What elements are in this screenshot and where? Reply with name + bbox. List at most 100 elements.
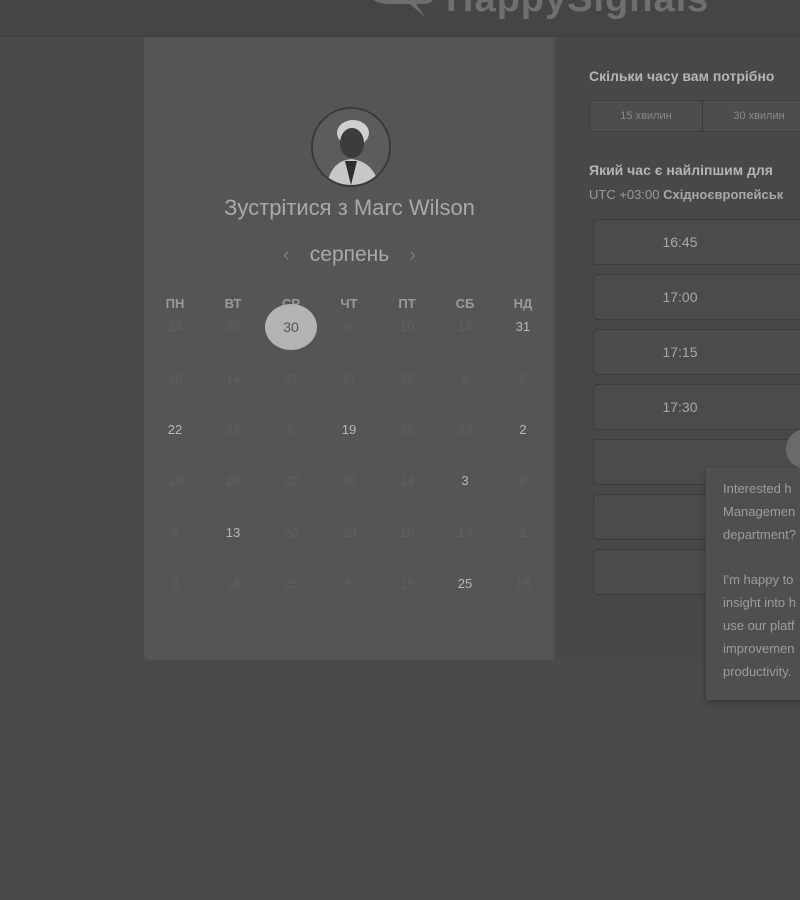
calendar-day: 8 <box>494 455 552 506</box>
calendar-day[interactable]: 31 <box>494 301 552 352</box>
calendar-day: 22 <box>262 455 320 506</box>
duration-15-button[interactable]: 15 хвилин <box>590 101 703 131</box>
chat-message-line: I'm happy to <box>723 572 794 587</box>
calendar-day: 31 <box>262 352 320 403</box>
day-number: 31 <box>283 370 299 386</box>
day-number: 19 <box>341 421 357 437</box>
calendar-day: 2 <box>494 507 552 558</box>
day-number: 5 <box>345 576 353 592</box>
meeting-title: Зустрітися з Marc Wilson <box>224 195 475 220</box>
timezone-label[interactable]: UTC +03:00 Східноєвропейськ <box>589 187 783 202</box>
day-number: 13 <box>457 524 473 540</box>
day-number: 8 <box>519 473 527 489</box>
calendar-day: 6 <box>320 301 378 352</box>
day-number: 29 <box>457 421 473 437</box>
day-number: 14 <box>399 473 415 489</box>
time-slot-button[interactable]: 17:00 <box>593 274 800 320</box>
time-question: Який час є найліпшим для <box>589 162 773 178</box>
day-number: 30 <box>265 303 317 350</box>
day-number: 6 <box>345 319 353 335</box>
day-number: 14 <box>457 319 473 335</box>
calendar-day: 9 <box>436 352 494 403</box>
calendar-day: 20 <box>320 507 378 558</box>
calendar-day: 16 <box>378 507 436 558</box>
calendar-day: 30 <box>204 301 262 352</box>
calendar-day: 14 <box>204 352 262 403</box>
calendar-day[interactable]: 13 <box>204 507 262 558</box>
day-number: 25 <box>283 576 299 592</box>
calendar-day: 25 <box>262 558 320 609</box>
day-number: 10 <box>167 370 183 386</box>
calendar-panel: Зустрітися з Marc Wilson ‹ серпень › ПН В… <box>144 37 555 660</box>
calendar-day: 10 <box>146 455 204 506</box>
calendar-day[interactable]: 22 <box>146 404 204 455</box>
avatar <box>311 107 391 187</box>
duration-question: Скільки часу вам потрібно <box>589 68 775 84</box>
calendar-day-selected[interactable]: 30 <box>262 301 320 352</box>
day-number: 5 <box>287 421 295 437</box>
day-number: 30 <box>225 319 241 335</box>
calendar-day: 9 <box>146 507 204 558</box>
chat-message-line: department? <box>723 527 796 542</box>
day-number: 13 <box>225 524 241 540</box>
calendar-day: 15 <box>378 558 436 609</box>
calendar-day: 29 <box>436 404 494 455</box>
calendar-day: 14 <box>204 558 262 609</box>
day-number: 24 <box>167 319 183 335</box>
calendar-day: 5 <box>494 352 552 403</box>
time-slot-label: 17:30 <box>662 399 698 415</box>
calendar-grid: 24 30 30 6 10 14 31 10 14 31 17 25 9 5 22 22 5 19 15 29 2 10 2… <box>146 301 553 609</box>
time-slot-button[interactable]: 17:30 <box>593 384 800 430</box>
day-number: 17 <box>341 370 357 386</box>
calendar-day: 5 <box>262 404 320 455</box>
day-number: 14 <box>225 576 241 592</box>
calendar-day: 13 <box>436 507 494 558</box>
day-number: 2 <box>519 421 527 437</box>
calendar-day: 10 <box>146 352 204 403</box>
time-slot-label: 16:45 <box>662 234 698 250</box>
day-number: 9 <box>461 370 469 386</box>
chat-message-line: productivity. <box>723 664 792 679</box>
calendar-day: 20 <box>262 507 320 558</box>
chat-message-line: Managemen <box>723 504 796 519</box>
day-number: 5 <box>519 370 527 386</box>
calendar-day: 24 <box>146 301 204 352</box>
day-number: 16 <box>399 524 415 540</box>
day-number: 9 <box>171 576 179 592</box>
month-navigation: ‹ серпень › <box>144 240 555 270</box>
day-number: 2 <box>519 524 527 540</box>
duration-30-button[interactable]: 30 хвилин <box>703 101 800 131</box>
calendar-day: 15 <box>378 404 436 455</box>
top-bar: HappySignals <box>0 0 800 37</box>
chevron-right-icon[interactable]: › <box>409 245 416 265</box>
day-number: 22 <box>225 421 241 437</box>
calendar-day: 28 <box>320 455 378 506</box>
day-number: 15 <box>399 421 415 437</box>
chat-message-line: improvemen <box>723 641 795 656</box>
calendar-day[interactable]: 2 <box>494 404 552 455</box>
brand-logo[interactable]: HappySignals <box>446 0 709 21</box>
day-number: 10 <box>167 473 183 489</box>
month-label: серпень <box>309 243 390 266</box>
calendar-day[interactable]: 3 <box>436 455 494 506</box>
day-number: 18 <box>515 576 531 592</box>
day-number: 25 <box>457 576 473 592</box>
calendar-day[interactable]: 19 <box>320 404 378 455</box>
calendar-day: 25 <box>378 352 436 403</box>
time-slot-label: 17:15 <box>662 344 698 360</box>
calendar-day: 17 <box>320 352 378 403</box>
time-slot-button[interactable]: 17:15 <box>593 329 800 375</box>
calendar-day[interactable]: 25 <box>436 558 494 609</box>
day-number: 14 <box>225 370 241 386</box>
chat-message-line: insight into h <box>723 595 796 610</box>
chevron-left-icon[interactable]: ‹ <box>283 245 290 265</box>
chat-message-line: use our platf <box>723 618 795 633</box>
calendar-day: 10 <box>378 301 436 352</box>
calendar-day: 5 <box>320 558 378 609</box>
chat-message-line: Interested h <box>723 481 792 496</box>
day-number: 10 <box>399 319 415 335</box>
day-number: 20 <box>341 524 357 540</box>
time-slot-button[interactable]: 16:45 <box>593 219 800 265</box>
chat-popup[interactable]: Interested h Managemen department? I'm h… <box>706 468 800 700</box>
day-number: 31 <box>515 319 531 335</box>
